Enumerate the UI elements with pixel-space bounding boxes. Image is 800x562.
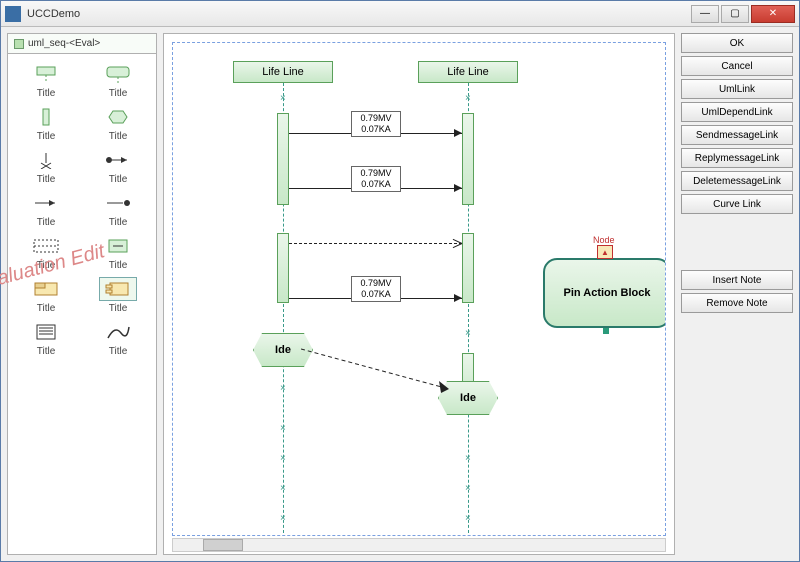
handle-bottom[interactable] — [603, 328, 609, 334]
sendmessagelink-button[interactable]: SendmessageLink — [681, 125, 793, 145]
tool-destroy[interactable]: Title — [12, 148, 80, 185]
message-2-arrow — [454, 184, 462, 192]
titlebar[interactable]: UCCDemo — ▢ ✕ — [1, 1, 799, 27]
node-top[interactable]: ▲ — [597, 245, 613, 259]
lifeline-1-head[interactable]: Life Line — [233, 61, 333, 83]
pin-action-block[interactable]: Pin Action Block — [543, 258, 666, 328]
canvas-wrapper: Life Line ××××××× Life Line ××××××× — [163, 33, 675, 555]
ok-button[interactable]: OK — [681, 33, 793, 53]
message-dashed-line[interactable] — [289, 243, 462, 244]
umllink-button[interactable]: UmlLink — [681, 79, 793, 99]
tab-icon — [14, 39, 24, 49]
tool-lifeline-rect[interactable]: Title — [12, 62, 80, 99]
minimize-button[interactable]: — — [691, 5, 719, 23]
message-3-label[interactable]: 0.79MV0.07KA — [351, 276, 401, 302]
tool-fragment[interactable]: Title — [12, 234, 80, 271]
tool-found-message[interactable]: Title — [84, 148, 152, 185]
activation-1b[interactable] — [277, 233, 289, 303]
tool-component[interactable]: Title — [84, 277, 152, 314]
close-button[interactable]: ✕ — [751, 5, 795, 23]
tool-action-block[interactable]: Title — [84, 62, 152, 99]
message-2-label[interactable]: 0.79MV0.07KA — [351, 166, 401, 192]
activation-1a[interactable] — [277, 113, 289, 205]
diagram-canvas[interactable]: Life Line ××××××× Life Line ××××××× — [172, 42, 666, 536]
app-window: UCCDemo — ▢ ✕ uml_seq-<Eval> aluation Ed… — [0, 0, 800, 562]
tab-label: uml_seq-<Eval> — [28, 38, 100, 49]
palette-tab[interactable]: uml_seq-<Eval> — [8, 34, 156, 54]
tool-palette: uml_seq-<Eval> aluation Edit Title Title… — [7, 33, 157, 555]
tool-lost-message[interactable]: Title — [84, 191, 152, 228]
hexagon-ide-2[interactable]: Ide — [438, 381, 498, 415]
tool-minus[interactable]: Title — [84, 234, 152, 271]
deletemessagelink-button[interactable]: DeletemessageLink — [681, 171, 793, 191]
activation-2b[interactable] — [462, 233, 474, 303]
message-1-arrow — [454, 129, 462, 137]
curvelink-button[interactable]: Curve Link — [681, 194, 793, 214]
lifeline-2-head[interactable]: Life Line — [418, 61, 518, 83]
scroll-thumb[interactable] — [203, 539, 243, 551]
replymessagelink-button[interactable]: ReplymessageLink — [681, 148, 793, 168]
message-dashed-arrow — [452, 238, 462, 248]
message-3-arrow — [454, 294, 462, 302]
right-panel: OK Cancel UmlLink UmlDependLink Sendmess… — [681, 33, 793, 555]
window-buttons: — ▢ ✕ — [691, 5, 795, 23]
activation-2a[interactable] — [462, 113, 474, 205]
maximize-button[interactable]: ▢ — [721, 5, 749, 23]
content-area: uml_seq-<Eval> aluation Edit Title Title… — [1, 27, 799, 561]
removenote-button[interactable]: Remove Note — [681, 293, 793, 313]
message-1-label[interactable]: 0.79MV0.07KA — [351, 111, 401, 137]
tool-grid: aluation Edit Title Title Title Title Ti… — [8, 54, 156, 554]
tool-hexagon[interactable]: Title — [84, 105, 152, 142]
tool-frame[interactable]: Title — [12, 277, 80, 314]
horizontal-scrollbar[interactable] — [172, 538, 666, 552]
tool-note[interactable]: Title — [12, 320, 80, 357]
app-icon — [5, 6, 21, 22]
hex-link — [301, 343, 461, 403]
tool-curve[interactable]: Title — [84, 320, 152, 357]
tool-activation[interactable]: Title — [12, 105, 80, 142]
insertnote-button[interactable]: Insert Note — [681, 270, 793, 290]
node-top-label: Node — [593, 235, 615, 245]
tool-message[interactable]: Title — [12, 191, 80, 228]
hexagon-ide-1[interactable]: Ide — [253, 333, 313, 367]
window-title: UCCDemo — [27, 8, 691, 20]
umldependlink-button[interactable]: UmlDependLink — [681, 102, 793, 122]
cancel-button[interactable]: Cancel — [681, 56, 793, 76]
